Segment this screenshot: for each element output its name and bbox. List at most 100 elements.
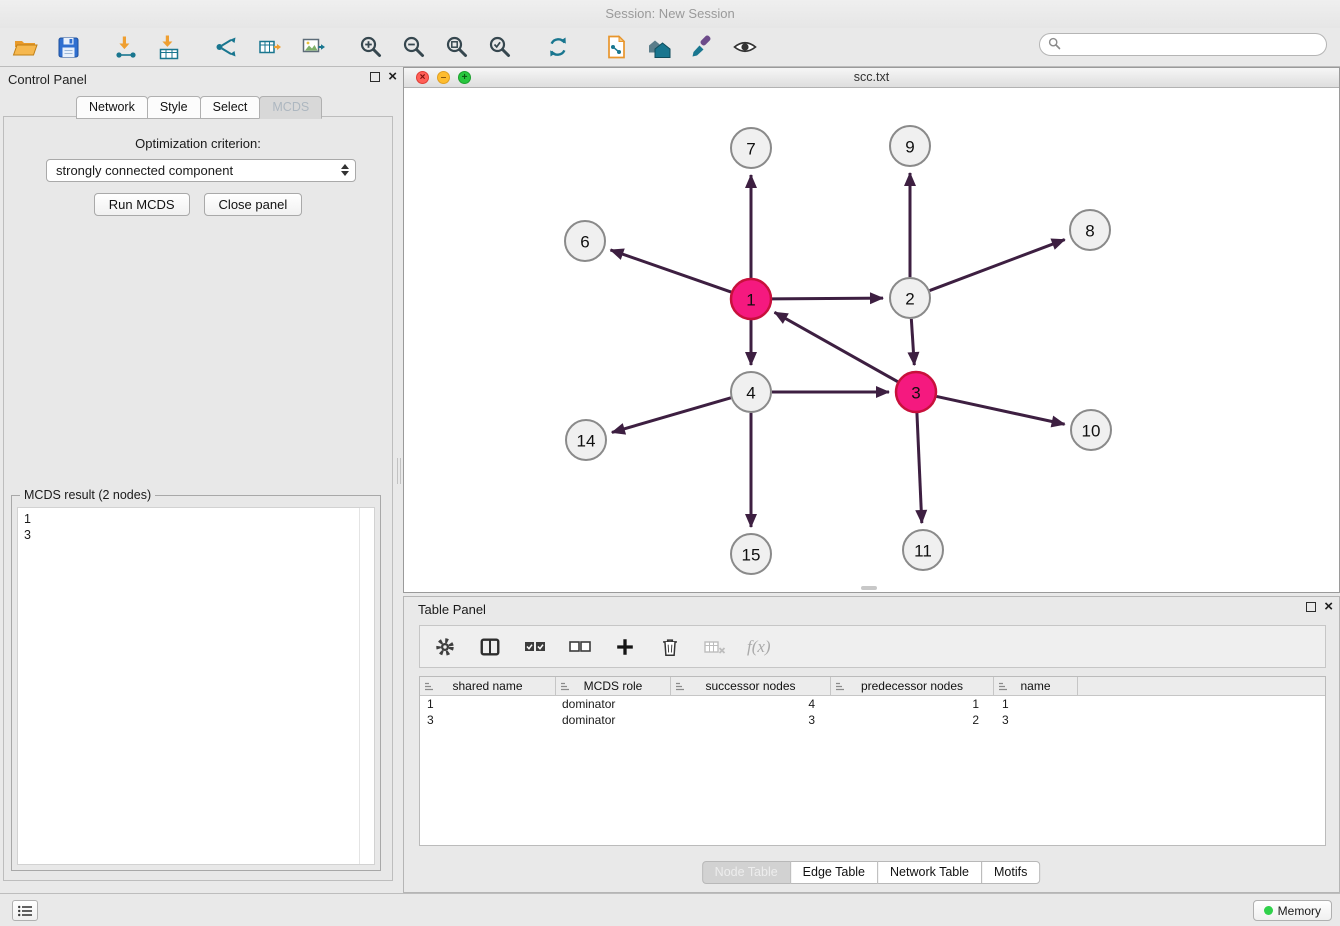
minimize-window-icon[interactable] [437,71,450,84]
graph-edge-2-8[interactable] [930,240,1065,291]
column-settings-gear-icon[interactable] [432,634,458,660]
column-header-name[interactable]: name [994,677,1078,695]
canvas-scroll-nub[interactable] [861,586,877,590]
import-table-icon[interactable] [154,32,184,62]
tab-mcds[interactable]: MCDS [259,96,322,119]
tab-network[interactable]: Network [76,96,148,119]
graph-edge-1-6[interactable] [610,250,731,292]
memory-status-icon [1264,906,1273,915]
tab-node-table[interactable]: Node Table [702,861,791,884]
close-panel-button[interactable]: Close panel [204,193,303,216]
control-panel-title: Control Panel [8,72,87,87]
graph-edge-3-11[interactable] [917,413,922,523]
graph-node-8[interactable]: 8 [1070,210,1110,250]
graph-edge-3-1[interactable] [775,312,898,381]
memory-button[interactable]: Memory [1253,900,1332,921]
graph-node-7[interactable]: 7 [731,128,771,168]
add-column-icon[interactable] [612,634,638,660]
zoom-in-icon[interactable] [356,32,386,62]
column-header-shared-name[interactable]: shared name [420,677,556,695]
graph-node-1[interactable]: 1 [731,279,771,319]
optimization-criterion-label: Optimization criterion: [4,136,392,151]
node-table: shared name MCDS role successor nodes pr… [419,676,1326,846]
tab-edge-table[interactable]: Edge Table [790,861,878,884]
column-header-successor-nodes[interactable]: successor nodes [671,677,831,695]
save-session-icon[interactable] [53,32,83,62]
export-table-icon[interactable] [255,32,285,62]
zoom-fit-icon[interactable] [442,32,472,62]
select-all-icon[interactable] [522,634,548,660]
memory-label: Memory [1278,904,1321,918]
column-header-predecessor-nodes[interactable]: predecessor nodes [831,677,994,695]
maximize-window-icon[interactable] [458,71,471,84]
zoom-selected-icon[interactable] [485,32,515,62]
window-title: Session: New Session [605,6,734,21]
tab-network-table[interactable]: Network Table [877,861,982,884]
close-table-panel-icon[interactable]: × [1324,602,1333,612]
result-item[interactable]: 3 [18,527,374,543]
graph-edge-3-10[interactable] [937,396,1065,424]
column-header-mcds-role[interactable]: MCDS role [556,677,671,695]
result-item[interactable]: 1 [18,508,374,527]
show-columns-icon[interactable] [477,634,503,660]
graph-node-6[interactable]: 6 [565,221,605,261]
sort-icon [424,681,435,695]
table-row[interactable]: 1 dominator 4 1 1 [420,696,1325,712]
float-panel-icon[interactable] [370,72,380,82]
svg-text:15: 15 [742,546,761,565]
graph-edge-1-2[interactable] [772,298,883,299]
eye-icon[interactable] [730,32,760,62]
search-field[interactable] [1039,33,1327,56]
dropdown-stepper-icon [341,164,349,176]
graph-node-11[interactable]: 11 [903,530,943,570]
refresh-icon[interactable] [543,32,573,62]
graph-node-4[interactable]: 4 [731,372,771,412]
style-icon[interactable] [687,32,717,62]
control-panel-tabs: Network Style Select MCDS [77,96,322,119]
table-toolbar: f(x) [419,625,1326,668]
graph-node-2[interactable]: 2 [890,278,930,318]
sort-icon [998,681,1009,695]
close-window-icon[interactable] [416,71,429,84]
delete-column-icon[interactable] [657,634,683,660]
graph-edge-4-14[interactable] [612,398,731,433]
graph-node-14[interactable]: 14 [566,420,606,460]
import-network-icon[interactable] [111,32,141,62]
svg-text:10: 10 [1082,422,1101,441]
graph-node-3[interactable]: 3 [896,372,936,412]
table-row[interactable]: 3 dominator 3 2 3 [420,712,1325,728]
network-file-icon[interactable] [601,32,631,62]
export-image-icon[interactable] [298,32,328,62]
deselect-all-icon[interactable] [567,634,593,660]
task-history-button[interactable] [12,900,38,921]
svg-text:7: 7 [746,140,755,159]
float-table-panel-icon[interactable] [1306,602,1316,612]
mcds-result-list[interactable]: 1 3 [17,507,375,865]
optimization-criterion-dropdown[interactable]: strongly connected component [46,159,356,182]
zoom-out-icon[interactable] [399,32,429,62]
network-canvas[interactable]: 7 9 6 8 1 2 4 3 14 10 15 11 [404,88,1339,592]
svg-text:9: 9 [905,138,914,157]
sort-icon [835,681,846,695]
tab-motifs[interactable]: Motifs [981,861,1040,884]
new-network-icon[interactable] [212,32,242,62]
open-session-icon[interactable] [10,32,40,62]
close-panel-icon[interactable]: × [388,72,397,82]
graph-node-10[interactable]: 10 [1071,410,1111,450]
home-icon[interactable] [644,32,674,62]
table-panel-title: Table Panel [418,602,486,617]
graph-node-9[interactable]: 9 [890,126,930,166]
graph-node-15[interactable]: 15 [731,534,771,574]
run-mcds-button[interactable]: Run MCDS [94,193,190,216]
graph-edge-2-3[interactable] [911,319,914,365]
network-window-titlebar[interactable]: scc.txt [404,68,1339,88]
function-builder-icon: f(x) [747,637,771,657]
search-input[interactable] [1066,38,1318,52]
network-window-title: scc.txt [854,70,889,84]
panel-splitter-grip[interactable] [397,458,401,484]
tab-select[interactable]: Select [200,96,261,119]
result-scrollbar[interactable] [359,508,374,864]
svg-text:4: 4 [746,384,755,403]
tab-style[interactable]: Style [147,96,201,119]
status-bar: Memory [0,893,1340,926]
